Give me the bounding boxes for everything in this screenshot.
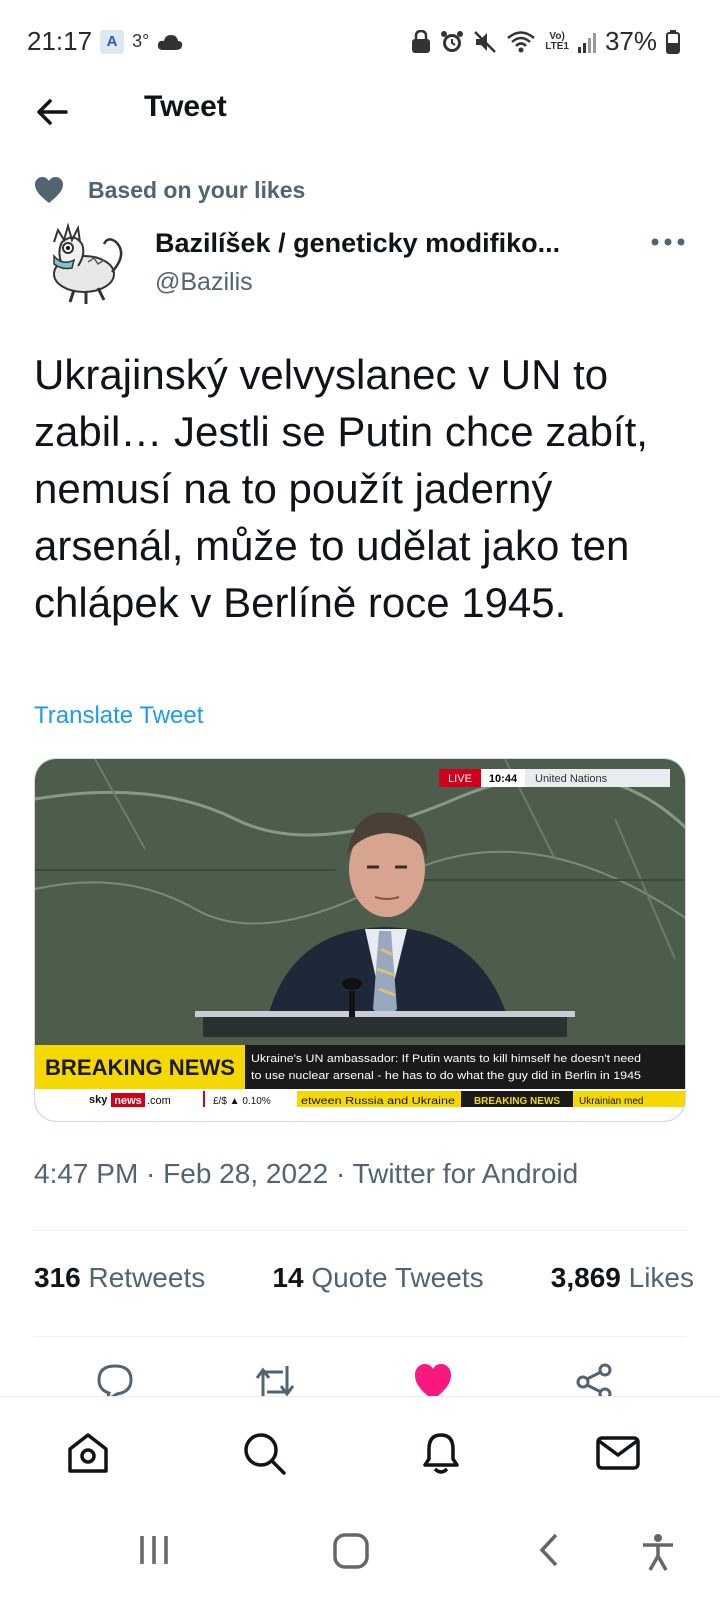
tweet-actions [0,1362,720,1396]
signal-icon [577,32,596,53]
status-bar: 21:17 A 3° Vo) LTE1 37% [0,0,720,82]
likes-stat[interactable]: 3,869 Likes [551,1262,694,1294]
retweet-icon[interactable] [253,1362,297,1396]
cloud-icon [158,34,183,50]
accessibility-icon[interactable] [640,1532,676,1572]
bottom-navigation [0,1396,720,1508]
quotes-count: 14 [272,1262,304,1293]
ticker-text-1: etween Russia and Ukraine [301,1096,456,1107]
weather-temperature: 3° [132,31,150,51]
ticker-text-2: Ukrainian med [579,1096,643,1107]
tweet-timestamp[interactable]: 4:47 PM · Feb 28, 2022 · Twitter for And… [34,1158,578,1190]
app-notification-icon: A [100,29,125,54]
alarm-icon [441,30,464,52]
page-title: Tweet [144,90,227,123]
dotcom-label: .com [147,1095,171,1107]
news-label: news [114,1095,142,1107]
notifications-icon[interactable] [417,1429,465,1477]
author-name[interactable]: Bazilíšek / geneticky modifiko... [155,228,605,259]
share-icon[interactable] [574,1362,614,1396]
retweets-label: Retweets [88,1262,206,1293]
wifi-icon [507,30,536,52]
system-navigation-bar [0,1508,720,1600]
recent-apps-icon[interactable] [136,1532,172,1568]
battery-percent: 37% [604,26,657,56]
retweets-count: 316 [34,1262,81,1293]
fx-label: £/$ ▲ 0.10% [213,1096,271,1107]
breaking-news-label: BREAKING NEWS [45,1055,235,1080]
more-options-icon[interactable] [650,236,686,248]
social-context: Based on your likes [34,176,305,204]
status-time: 21:17 [27,26,93,56]
quotes-stat[interactable]: 14 Quote Tweets [272,1262,483,1294]
tweet-media-image[interactable]: LIVE 10:44 United Nations BREAKING NEWS … [34,758,686,1122]
clock-label: 10:44 [489,773,518,785]
heart-icon [35,177,63,203]
headline-line-2: to use nuclear arsenal - he has to do wh… [251,1070,641,1082]
likes-label: Likes [628,1262,694,1293]
top-app-bar: Tweet [0,82,720,140]
ticker-breaking: BREAKING NEWS [474,1096,560,1107]
status-right: Vo) LTE1 37% [411,26,680,57]
back-arrow-icon[interactable] [34,94,70,130]
lock-notification-icon [412,29,431,53]
search-icon[interactable] [240,1429,288,1477]
like-icon[interactable] [413,1362,453,1396]
live-label: LIVE [448,773,472,785]
quotes-label: Quote Tweets [311,1262,484,1293]
likes-count: 3,869 [550,1262,621,1293]
divider [34,1336,686,1337]
home-button-icon[interactable] [332,1532,370,1570]
battery-icon [666,29,680,54]
translate-tweet-link[interactable]: Translate Tweet [34,702,203,730]
tweet-text: Ukrajinský velvyslanec v UN to zabil… Je… [34,351,648,626]
volte-top: Vo) [549,30,565,42]
avatar[interactable] [34,214,132,314]
system-back-icon[interactable] [534,1532,564,1568]
headline-line-1: Ukraine's UN ambassador: If Putin wants … [251,1053,641,1065]
mute-icon [474,30,497,53]
context-label: Based on your likes [88,176,306,203]
volte-indicator: Vo) LTE1 [545,30,569,52]
retweets-stat[interactable]: 316 Retweets [34,1262,205,1294]
divider [34,1230,686,1231]
sky-brand: sky [89,1094,108,1106]
status-left: 21:17 A 3° [27,26,183,57]
tweet-stats: 316 Retweets 14 Quote Tweets 3,869 Likes [34,1262,694,1294]
reply-icon[interactable] [95,1362,135,1396]
volte-bottom: LTE1 [545,40,569,52]
messages-icon[interactable] [594,1429,642,1477]
home-icon[interactable] [64,1429,112,1477]
location-label: United Nations [535,773,608,785]
author-handle[interactable]: @Bazilis [155,268,253,297]
